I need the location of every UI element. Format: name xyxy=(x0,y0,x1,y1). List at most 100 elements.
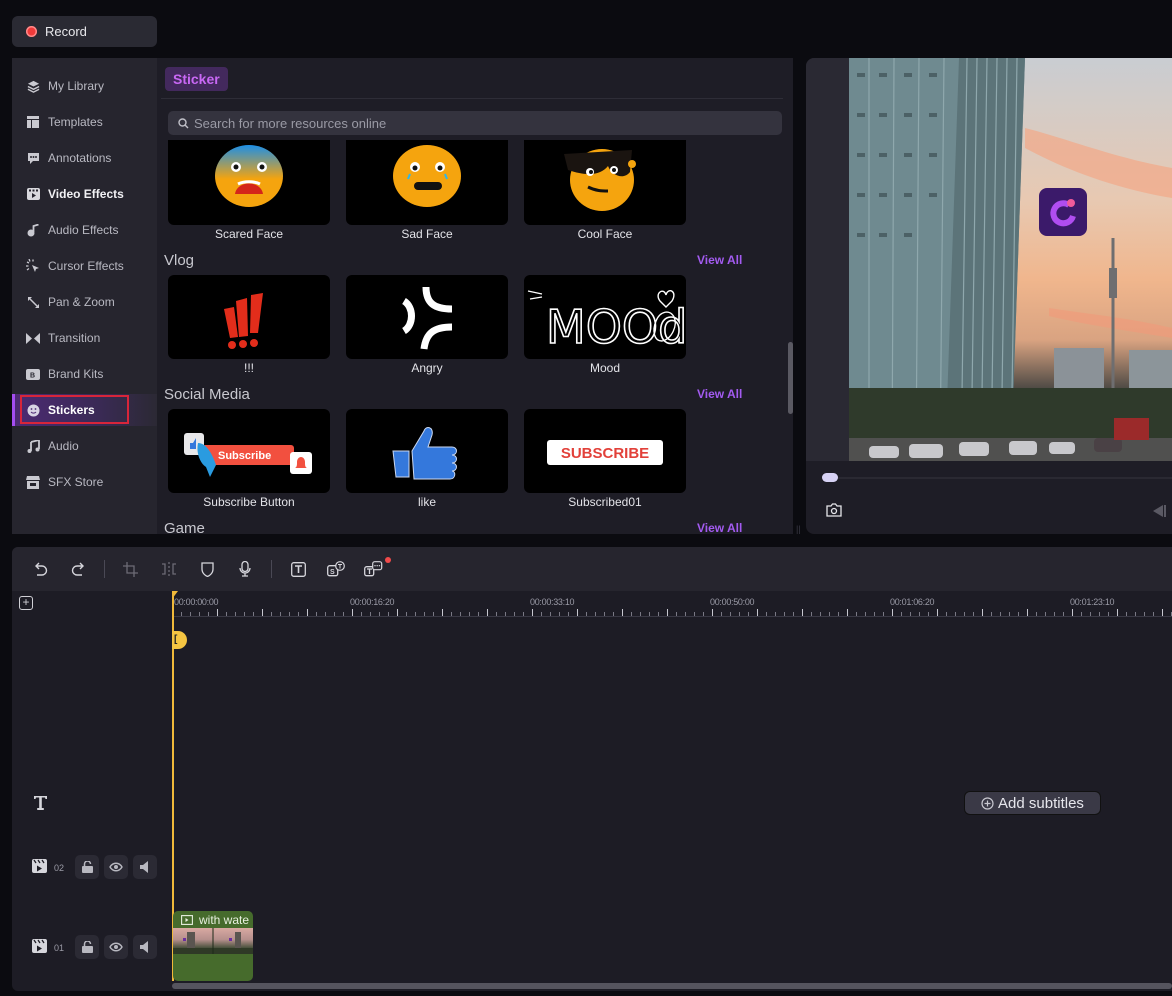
view-all-social-media-link[interactable]: View All xyxy=(697,387,742,401)
sidebar-item-label: My Library xyxy=(48,79,105,93)
view-all-vlog-link[interactable]: View All xyxy=(697,253,742,267)
add-subtitles-button[interactable]: Add subtitles xyxy=(964,791,1101,815)
ruler-tick xyxy=(955,612,956,616)
record-voiceover-button[interactable] xyxy=(235,559,255,579)
split-button[interactable] xyxy=(159,559,179,579)
ruler-tick xyxy=(460,612,461,616)
track-lock-button[interactable] xyxy=(75,935,99,959)
ruler-tick xyxy=(667,609,668,616)
sidebar-item-video-effects[interactable]: Video Effects xyxy=(12,178,157,210)
sticker-subscribed01[interactable]: SUBSCRIBE xyxy=(524,409,686,493)
playback-progress-track[interactable] xyxy=(822,477,1172,479)
timeline-ruler[interactable]: 00:00:00:00 00:00:16:20 00:00:33:10 00:00:5… xyxy=(172,591,1172,617)
ruler-tick xyxy=(388,612,389,616)
speaker-icon xyxy=(140,861,148,873)
track-visibility-button[interactable] xyxy=(104,855,128,879)
video-clip[interactable]: with wate xyxy=(173,911,253,981)
sidebar-item-label: Cursor Effects xyxy=(48,259,124,273)
sidebar-item-brand-kits[interactable]: B Brand Kits xyxy=(12,358,157,390)
ruler-tick xyxy=(1090,612,1091,616)
ruler-tick xyxy=(1162,609,1163,616)
sticker-sad-face[interactable] xyxy=(346,140,508,225)
add-text-button[interactable] xyxy=(288,559,308,579)
ruler-tick xyxy=(622,609,623,616)
store-icon xyxy=(26,475,40,489)
text-to-speech-button[interactable] xyxy=(364,557,391,579)
subscribe-button-icon: Subscribe xyxy=(184,433,312,477)
sticker-cool-face[interactable] xyxy=(524,140,686,225)
ruler-tick xyxy=(442,609,443,616)
ruler-tick xyxy=(703,612,704,616)
video-scene xyxy=(849,58,1172,461)
sidebar-item-audio[interactable]: Audio xyxy=(12,430,157,462)
ruler-tick xyxy=(505,612,506,616)
ruler-tick xyxy=(262,609,263,616)
ruler-tick xyxy=(775,612,776,616)
sticker-mood[interactable]: MOOd xyxy=(524,275,686,359)
sidebar-item-audio-effects[interactable]: Audio Effects xyxy=(12,214,157,246)
ruler-time-label: 00:01:23:10 xyxy=(1070,597,1115,607)
play-box-icon xyxy=(181,914,193,925)
sidebar-item-transition[interactable]: Transition xyxy=(12,322,157,354)
search-bar[interactable] xyxy=(168,111,782,135)
sidebar-item-annotations[interactable]: Annotations xyxy=(12,142,157,174)
sticker-angry[interactable] xyxy=(346,275,508,359)
ruler-tick xyxy=(577,609,578,616)
mask-button[interactable] xyxy=(197,559,217,579)
sticker-like[interactable] xyxy=(346,409,508,493)
ruler-tick xyxy=(199,612,200,616)
search-input[interactable] xyxy=(194,115,754,131)
cool-face-icon xyxy=(564,149,636,211)
sidebar-item-cursor-effects[interactable]: Cursor Effects xyxy=(12,250,157,282)
ruler-tick xyxy=(280,612,281,616)
notification-dot xyxy=(385,557,391,563)
track-visibility-button[interactable] xyxy=(104,935,128,959)
playback-progress-knob[interactable] xyxy=(822,473,838,482)
speech-to-text-button[interactable]: S xyxy=(326,559,346,579)
add-track-button[interactable]: + xyxy=(19,596,33,610)
ruler-tick xyxy=(1135,612,1136,616)
playhead-handle[interactable] xyxy=(172,591,178,599)
annotation-icon xyxy=(26,151,40,165)
sidebar-item-sfx-store[interactable]: SFX Store xyxy=(12,466,157,498)
track-mute-button[interactable] xyxy=(133,855,157,879)
track-lock-button[interactable] xyxy=(75,855,99,879)
sidebar-item-templates[interactable]: Templates xyxy=(12,106,157,138)
redo-button[interactable] xyxy=(68,559,88,579)
ruler-tick xyxy=(649,612,650,616)
library-scrollbar[interactable] xyxy=(788,342,793,414)
sticker-subscribe-button[interactable]: Subscribe xyxy=(168,409,330,493)
ruler-tick xyxy=(640,612,641,616)
split-icon xyxy=(162,562,176,576)
panel-resize-handle[interactable]: || xyxy=(796,524,801,534)
crop-button[interactable] xyxy=(120,559,140,579)
svg-text:SUBSCRIBE: SUBSCRIBE xyxy=(561,445,649,462)
undo-button[interactable] xyxy=(30,559,50,579)
ruler-tick xyxy=(352,609,353,616)
sad-face-icon xyxy=(393,145,461,207)
record-button[interactable]: Record xyxy=(12,16,157,47)
snapshot-button[interactable] xyxy=(826,503,842,522)
speaker-icon xyxy=(140,941,148,953)
ruler-tick xyxy=(910,612,911,616)
clip-label: with wate xyxy=(199,912,250,927)
cursor-effects-icon xyxy=(26,259,40,273)
timeline-horizontal-scrollbar[interactable] xyxy=(172,983,1172,989)
video-frame[interactable] xyxy=(849,58,1172,461)
sticker-label: Sad Face xyxy=(401,227,453,241)
ruler-tick xyxy=(586,612,587,616)
sticker-scared-face[interactable] xyxy=(168,140,330,225)
sidebar-item-pan-zoom[interactable]: Pan & Zoom xyxy=(12,286,157,318)
ruler-tick xyxy=(739,612,740,616)
view-all-game-link[interactable]: View All xyxy=(697,521,742,534)
previous-frame-button[interactable] xyxy=(1152,504,1166,522)
sidebar-item-stickers[interactable]: Stickers xyxy=(12,394,157,426)
track-mute-button[interactable] xyxy=(133,935,157,959)
ruler-time-label: 00:00:50:00 xyxy=(710,597,755,607)
sticker-exclamation[interactable] xyxy=(168,275,330,359)
playhead-marker[interactable]: [ xyxy=(172,631,187,649)
ruler-tick xyxy=(532,609,533,616)
sidebar-item-my-library[interactable]: My Library xyxy=(12,70,157,102)
ruler-tick xyxy=(685,612,686,616)
tab-sticker[interactable]: Sticker xyxy=(165,67,228,91)
